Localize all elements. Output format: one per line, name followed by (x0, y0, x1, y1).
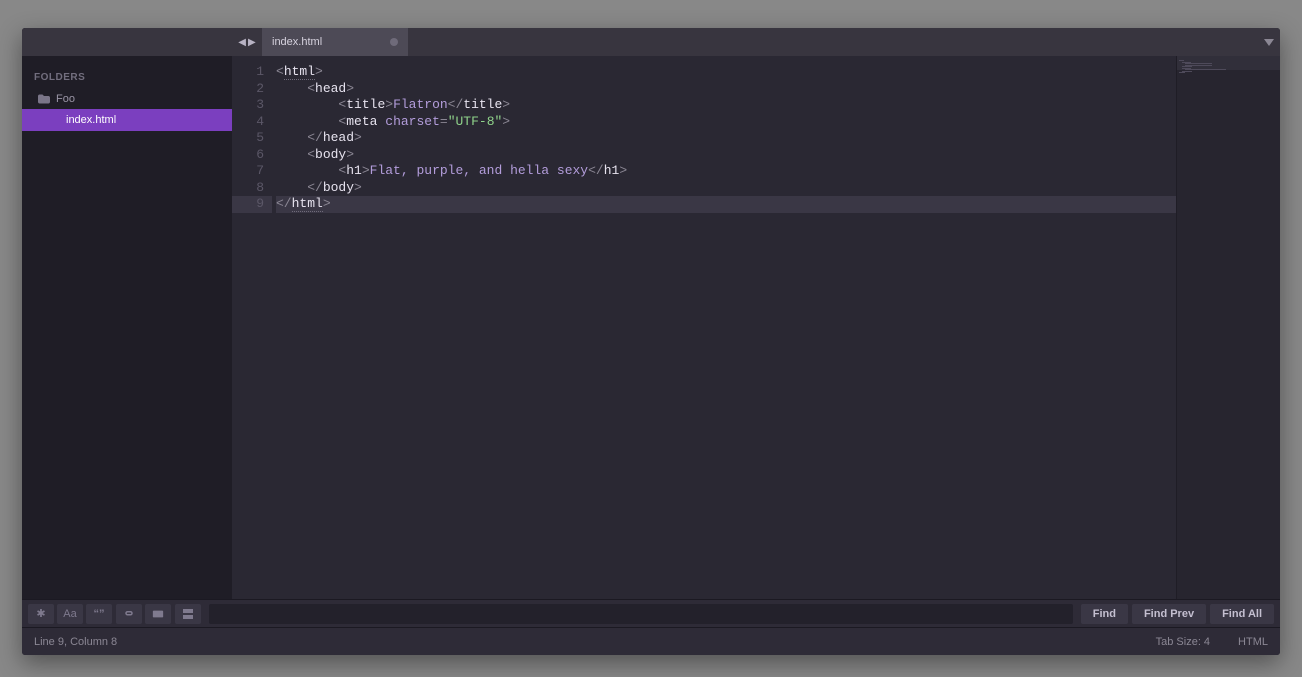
find-case-button[interactable]: Aa (57, 604, 83, 624)
file-row[interactable]: index.html (22, 109, 232, 131)
minimap[interactable] (1176, 56, 1280, 599)
link-icon (123, 608, 135, 620)
code-content[interactable]: <html> <head> <title>Flatron</title> <me… (272, 56, 1176, 599)
find-prev-button[interactable]: Find Prev (1132, 604, 1206, 624)
selection-icon (152, 608, 164, 620)
find-wrap-button[interactable] (116, 604, 142, 624)
sidebar: FOLDERS Foo index.html (22, 28, 232, 599)
sidebar-title: FOLDERS (22, 64, 232, 89)
find-wholeword-button[interactable]: “” (86, 604, 112, 624)
nav-forward-icon[interactable]: ▶ (248, 37, 256, 48)
find-bar: ✱ Aa “” Find Find Prev Find All (22, 599, 1280, 627)
tab-bar: ◀ ▶ index.html (22, 28, 1280, 56)
tab-overflow-button[interactable] (1264, 28, 1274, 56)
code-editor[interactable]: 123456789 <html> <head> <title>Flatron</… (232, 56, 1176, 599)
find-option-group: ✱ Aa “” (28, 604, 112, 624)
find-input[interactable] (209, 604, 1073, 624)
find-all-button[interactable]: Find All (1210, 604, 1274, 624)
tab-dirty-icon[interactable] (390, 38, 398, 46)
find-regex-button[interactable]: ✱ (28, 604, 54, 624)
find-button[interactable]: Find (1081, 604, 1128, 624)
folder-row[interactable]: Foo (22, 89, 232, 109)
find-option-group-3 (175, 604, 201, 624)
status-syntax[interactable]: HTML (1224, 636, 1268, 648)
find-option-group-2 (116, 604, 171, 624)
status-tabsize[interactable]: Tab Size: 4 (1142, 636, 1224, 648)
folder-label: Foo (56, 93, 75, 105)
status-bar: Line 9, Column 8 Tab Size: 4 HTML (22, 627, 1280, 655)
find-highlight-button[interactable] (175, 604, 201, 624)
find-inselection-button[interactable] (145, 604, 171, 624)
highlight-icon (182, 608, 194, 620)
tab-nav: ◀ ▶ (232, 28, 262, 56)
editor-area: 123456789 <html> <head> <title>Flatron</… (232, 56, 1280, 599)
nav-back-icon[interactable]: ◀ (238, 37, 246, 48)
editor-window: FOLDERS Foo index.html ◀ ▶ index.html 12… (22, 28, 1280, 655)
gutter: 123456789 (232, 56, 272, 599)
status-cursor[interactable]: Line 9, Column 8 (34, 636, 131, 648)
tab-label: index.html (272, 36, 322, 48)
folder-icon (38, 94, 50, 104)
tab-active[interactable]: index.html (262, 28, 408, 56)
